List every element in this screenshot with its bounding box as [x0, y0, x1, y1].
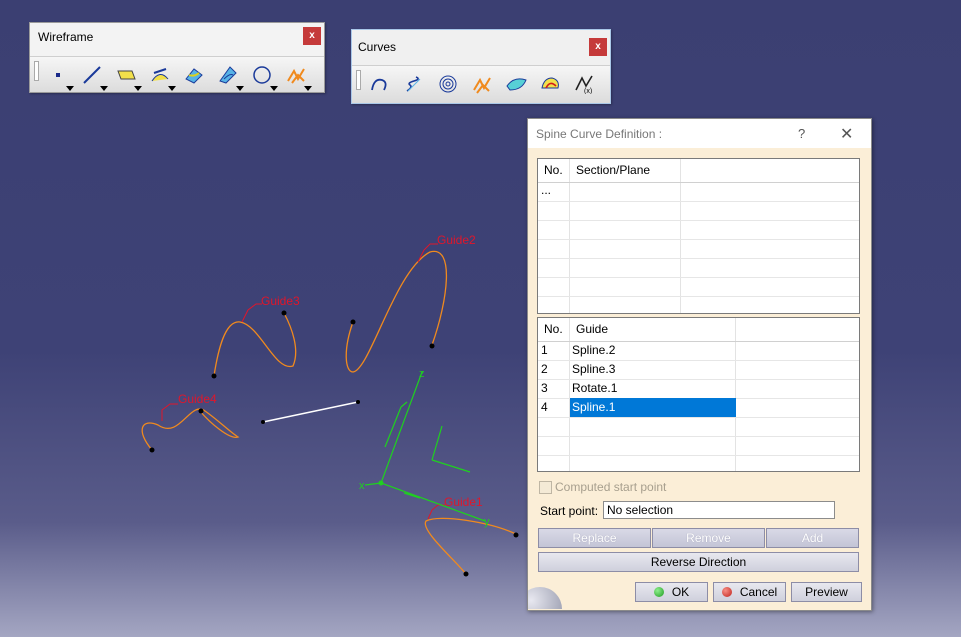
start-point-label: Start point:	[540, 504, 599, 518]
isoparametric-curve-icon[interactable]	[500, 68, 532, 100]
line-end-point[interactable]	[356, 400, 360, 404]
remove-button[interactable]: Remove	[652, 528, 765, 548]
curves-icon-strip: (x)	[352, 65, 610, 103]
computed-start-point-checkbox[interactable]	[539, 481, 552, 494]
selected-line[interactable]	[262, 401, 359, 423]
line-icon[interactable]	[76, 59, 108, 91]
curves-toolbar-title: Curves	[358, 40, 397, 54]
curves-close-button[interactable]: x	[589, 38, 607, 56]
connect-curve-icon[interactable]	[364, 68, 396, 100]
axis-x-label: x	[359, 480, 365, 492]
toolbar-grip[interactable]	[356, 70, 361, 90]
dialog-titlebar[interactable]: Spine Curve Definition : ? ✕	[528, 119, 871, 148]
guide-no: 3	[541, 381, 548, 395]
add-button[interactable]: Add	[766, 528, 859, 548]
point-icon[interactable]	[42, 59, 74, 91]
guide3-curve[interactable]	[213, 312, 297, 377]
guide1-curve[interactable]	[424, 517, 517, 575]
curve-on-surface-icon[interactable]	[534, 68, 566, 100]
help-button[interactable]: ?	[798, 126, 805, 141]
guide1-startpoint[interactable]	[513, 532, 519, 538]
table-row[interactable]: 1 Spline.2	[538, 341, 858, 360]
table-cell-no: ...	[541, 183, 552, 197]
wireframe-icon-strip	[30, 56, 324, 92]
table-row[interactable]: 2 Spline.3	[538, 360, 858, 379]
dialog-close-button[interactable]: ✕	[840, 124, 853, 144]
guide2-startpoint[interactable]	[429, 343, 435, 349]
guide-table[interactable]: No. Guide 1 Spline.2 2 Spline.3 3 Rotate…	[537, 317, 860, 472]
ok-led-icon	[653, 587, 664, 597]
spine-icon[interactable]	[466, 68, 498, 100]
curves-toolbar[interactable]: Curves x (x)	[351, 29, 611, 104]
column-header-no[interactable]: No.	[538, 159, 570, 181]
guide-name: Rotate.1	[572, 381, 618, 395]
spiral-icon[interactable]	[432, 68, 464, 100]
guide3-endpoint[interactable]	[211, 373, 217, 379]
axis-origin	[378, 480, 384, 486]
ok-label: OK	[671, 585, 690, 599]
guide2-label: Guide2	[437, 233, 476, 247]
guide-no: 4	[541, 400, 548, 414]
reverse-direction-button[interactable]: Reverse Direction	[538, 552, 859, 572]
dialog-title: Spine Curve Definition :	[536, 127, 663, 141]
svg-text:(x): (x)	[584, 88, 592, 94]
wireframe-close-button[interactable]: x	[303, 27, 321, 45]
offset-icon[interactable]	[212, 59, 244, 91]
wireframe-toolbar-title: Wireframe	[38, 30, 94, 44]
guide4-endpoint[interactable]	[149, 447, 155, 453]
guide-name: Spline.1	[572, 400, 616, 414]
computed-start-point-label: Computed start point	[555, 480, 667, 494]
guide4-leader	[161, 403, 178, 421]
table-row[interactable]: 3 Rotate.1	[538, 379, 858, 398]
guide4-startpoint[interactable]	[198, 408, 204, 414]
cancel-label: Cancel	[739, 585, 778, 599]
guide-name: Spline.3	[572, 362, 616, 376]
cancel-led-icon	[721, 587, 732, 597]
guide4-curve[interactable]	[141, 408, 240, 451]
start-point-field[interactable]: No selection	[603, 501, 835, 519]
ok-button[interactable]: OK	[635, 582, 708, 602]
cancel-button[interactable]: Cancel	[713, 582, 786, 602]
plane-icon[interactable]	[110, 59, 142, 91]
intersection-icon[interactable]	[178, 59, 210, 91]
preview-button[interactable]: Preview	[791, 582, 862, 602]
guide1-label: Guide1	[444, 495, 483, 509]
dialog-corner-graphic	[528, 581, 568, 609]
guide1-endpoint[interactable]	[463, 571, 469, 577]
column-header-no[interactable]: No.	[538, 318, 570, 340]
table-row[interactable]: ...	[538, 182, 858, 201]
replace-button[interactable]: Replace	[538, 528, 651, 548]
guide3-startpoint[interactable]	[281, 310, 287, 316]
toolbar-grip[interactable]	[34, 61, 39, 81]
spline-icon[interactable]	[280, 59, 312, 91]
guide2-curve[interactable]	[345, 250, 448, 373]
guide3-leader	[241, 303, 262, 323]
spine-curve-definition-dialog[interactable]: Spine Curve Definition : ? ✕ No. Section…	[527, 118, 872, 611]
guide2-endpoint[interactable]	[350, 319, 356, 325]
guide4-label: Guide4	[178, 392, 217, 406]
circle-icon[interactable]	[246, 59, 278, 91]
guide-no: 1	[541, 343, 548, 357]
section-plane-table[interactable]: No. Section/Plane ...	[537, 158, 860, 314]
axis-y-label: y	[484, 516, 490, 528]
column-header-guide[interactable]: Guide	[570, 318, 736, 340]
guide-name: Spline.2	[572, 343, 616, 357]
column-header-section-plane[interactable]: Section/Plane	[570, 159, 680, 181]
guide-no: 2	[541, 362, 548, 376]
projection-icon[interactable]	[144, 59, 176, 91]
axis-z-label: z	[419, 368, 425, 380]
line-start-point[interactable]	[261, 420, 265, 424]
law-icon[interactable]: (x)	[568, 68, 600, 100]
guide3-label: Guide3	[261, 294, 300, 308]
table-row-selected[interactable]: 4 Spline.1	[538, 398, 858, 417]
wireframe-toolbar[interactable]: Wireframe x	[29, 22, 325, 93]
helix-icon[interactable]	[398, 68, 430, 100]
guide1-leader	[427, 504, 445, 520]
